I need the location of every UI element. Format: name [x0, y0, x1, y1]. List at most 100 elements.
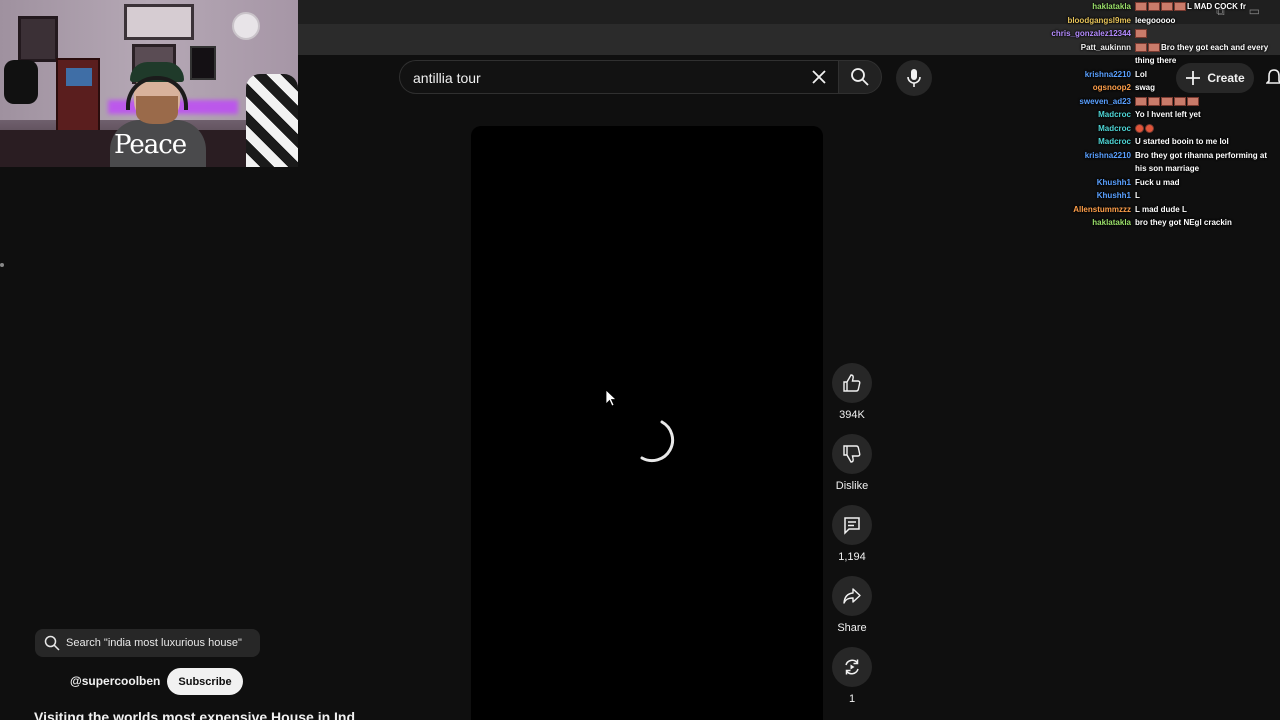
- chat-emote: [1135, 96, 1147, 106]
- chat-message: haklatakla bro they got NEgl crackin: [1040, 216, 1280, 230]
- wall-clock: [232, 12, 260, 40]
- chat-message: sweven_ad23: [1040, 95, 1280, 109]
- chat-text: [1135, 27, 1276, 41]
- mouse-cursor-icon: [605, 389, 617, 407]
- side-indicator: [0, 263, 4, 267]
- chat-text: leegooooo: [1135, 14, 1276, 28]
- chat-username: sweven_ad23: [1079, 96, 1131, 106]
- chat-message: Madcroc Yo I hvent left yet: [1040, 108, 1280, 122]
- chat-message: Khushh1 L: [1040, 189, 1280, 203]
- chat-username: chris_gonzalez12344: [1051, 29, 1131, 38]
- chat-text: Bro they got each and every thing there: [1135, 41, 1276, 68]
- chat-message: haklatakla L MAD COCK fr: [1040, 0, 1280, 14]
- share-action: Share: [831, 576, 873, 634]
- chat-username: Patt_aukinnn: [1080, 42, 1131, 52]
- share-button[interactable]: [832, 576, 872, 616]
- chat-emote: [1148, 2, 1160, 12]
- chat-text: Bro they got rihanna performing at his s…: [1135, 149, 1276, 176]
- chat-text: Fuck u mad: [1135, 176, 1276, 190]
- chat-message-text: Lol: [1135, 69, 1147, 79]
- chat-username: Allenstummzzz: [1073, 204, 1131, 214]
- thumbs-up-icon: [843, 374, 861, 392]
- stream-chat-overlay: haklatakla L MAD COCK fr bloodgangsl9me lee…: [1040, 0, 1280, 235]
- voice-search-button[interactable]: [896, 60, 932, 96]
- chat-message-text: Fuck u mad: [1135, 177, 1180, 187]
- wall-frame: [124, 4, 194, 40]
- remix-action: 1: [831, 647, 873, 705]
- chat-message-text: U started booin to me lol: [1135, 137, 1229, 146]
- chat-message-text: L MAD COCK fr: [1187, 2, 1246, 11]
- chat-message-text: L: [1135, 191, 1140, 200]
- chat-text: Yo I hvent left yet: [1135, 108, 1276, 122]
- chat-message-text: Bro they got rihanna performing at his s…: [1135, 150, 1268, 174]
- subscribe-button[interactable]: Subscribe: [167, 668, 243, 695]
- chat-emote: [1135, 29, 1147, 39]
- chat-username: krishna2210: [1084, 150, 1131, 160]
- remix-icon: [845, 659, 859, 675]
- chat-message: krishna2210 Bro they got rihanna performi…: [1040, 149, 1280, 176]
- channel-name-link[interactable]: @supercoolben: [70, 674, 160, 688]
- chat-username: haklatakla: [1092, 2, 1131, 11]
- like-button[interactable]: [832, 363, 872, 403]
- search-button[interactable]: [838, 60, 882, 94]
- chat-username: Madcroc: [1098, 110, 1131, 119]
- search-query: antillia tour: [413, 70, 481, 86]
- chat-message: chris_gonzalez12344: [1040, 27, 1280, 41]
- chat-text: L: [1135, 189, 1276, 203]
- close-icon[interactable]: [809, 67, 829, 87]
- microphone-icon: [907, 69, 921, 87]
- comment-icon: [844, 517, 860, 535]
- suggested-search-text: Search "india most luxurious house": [66, 637, 242, 649]
- webcam-overlay: Peace: [0, 0, 298, 167]
- chat-emote: [1135, 2, 1147, 12]
- chat-message-text: bro they got NEgl crackin: [1135, 218, 1232, 227]
- chat-text: L mad dude L: [1135, 203, 1276, 217]
- search-icon: [851, 68, 869, 86]
- chat-message-text: leegooooo: [1135, 15, 1176, 25]
- chat-emote: [1135, 123, 1144, 133]
- comments-count: 1,194: [838, 551, 866, 563]
- search-input[interactable]: antillia tour: [399, 60, 839, 94]
- chat-text: bro they got NEgl crackin: [1135, 216, 1276, 230]
- share-label: Share: [837, 622, 867, 634]
- chat-emote: [1174, 96, 1186, 106]
- chat-message-text: swag: [1135, 83, 1156, 92]
- chat-text: L MAD COCK fr: [1135, 0, 1276, 14]
- dislike-action: Dislike: [831, 434, 873, 492]
- screen: { "search": { "query": "antillia tour" }…: [0, 0, 1280, 720]
- share-icon: [843, 588, 861, 604]
- chat-emote: [1145, 123, 1154, 133]
- chat-emote: [1174, 2, 1186, 12]
- wall-frame: [18, 16, 58, 62]
- hoodie-text: Peace: [114, 130, 187, 160]
- arcade-screen: [66, 68, 92, 86]
- chat-username: Madcroc: [1098, 137, 1131, 146]
- chat-text: swag: [1135, 81, 1276, 95]
- chat-message: Allenstummzzz L mad dude L: [1040, 203, 1280, 217]
- chat-emote: [1187, 96, 1199, 106]
- video-title: Visiting the worlds most expensive House…: [34, 709, 356, 720]
- suggested-search-chip[interactable]: Search "india most luxurious house": [35, 629, 260, 657]
- chat-username: Madcroc: [1098, 123, 1131, 133]
- chat-text: U started booin to me lol: [1135, 135, 1276, 149]
- chat-message-text: L mad dude L: [1135, 204, 1187, 214]
- comments-button[interactable]: [832, 505, 872, 545]
- comments-action: 1,194: [831, 505, 873, 563]
- thumbs-down-icon: [843, 445, 861, 463]
- like-action: 394K: [831, 363, 873, 421]
- chat-username: ogsnoop2: [1092, 83, 1131, 92]
- chat-message: krishna2210 Lol: [1040, 68, 1280, 82]
- chat-emote: [1161, 96, 1173, 106]
- chat-emote: [1135, 42, 1147, 52]
- search-icon: [44, 635, 60, 651]
- gaming-chair: [246, 74, 298, 167]
- dislike-label: Dislike: [835, 480, 869, 492]
- chat-username: bloodgangsl9me: [1067, 15, 1131, 25]
- dislike-button[interactable]: [832, 434, 872, 474]
- chat-message: Madcroc: [1040, 122, 1280, 136]
- chat-emote: [1148, 42, 1160, 52]
- chat-message: Patt_aukinnn Bro they got each and every …: [1040, 41, 1280, 68]
- chat-message: Madcroc U started booin to me lol: [1040, 135, 1280, 149]
- remix-button[interactable]: [832, 647, 872, 687]
- remix-count: 1: [848, 693, 856, 705]
